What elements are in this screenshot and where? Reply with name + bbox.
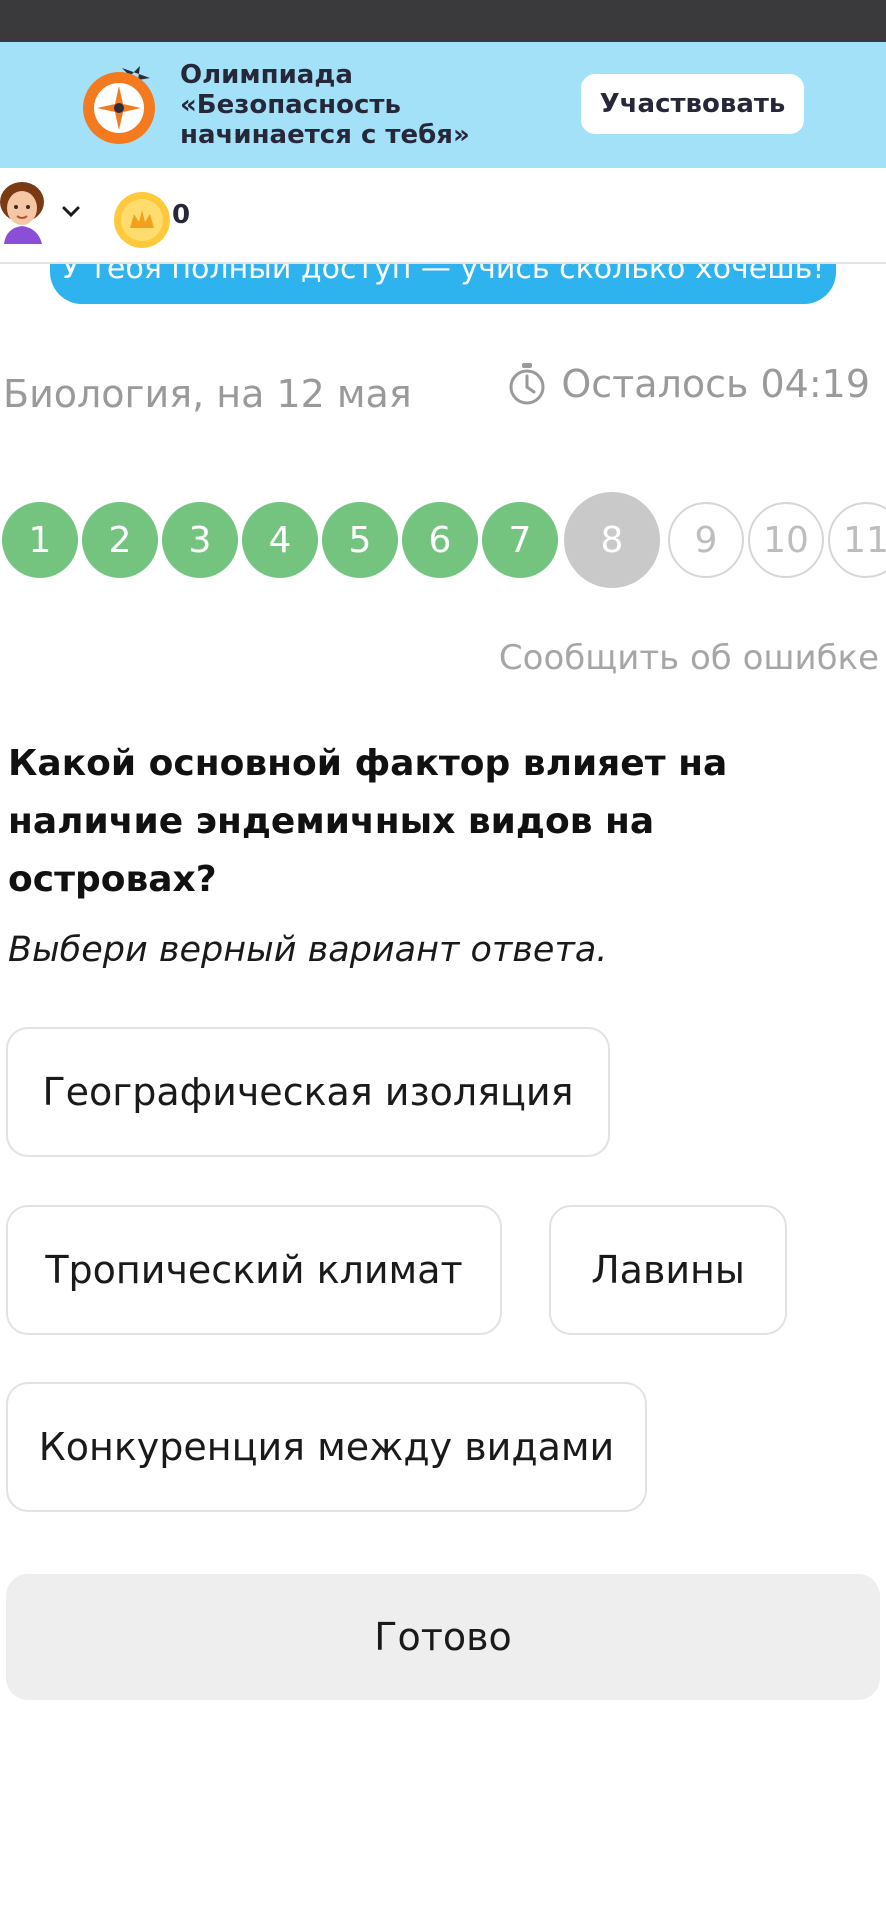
answer-option[interactable]: Конкуренция между видами [6, 1382, 647, 1512]
answer-instruction: Выбери верный вариант ответа. [8, 930, 608, 970]
subject-date: Биология, на 12 мая [3, 372, 412, 416]
avatar[interactable] [0, 178, 50, 244]
promo-title: Олимпиада «Безопасность начинается с теб… [180, 60, 540, 150]
question-step-1[interactable]: 1 [2, 502, 78, 578]
report-error-link[interactable]: Сообщить об ошибке [499, 638, 879, 678]
question-progress: 1 2 3 4 5 6 7 8 9 10 11 [0, 490, 886, 590]
submit-button[interactable]: Готово [6, 1574, 880, 1700]
question-step-11[interactable]: 11 [828, 502, 886, 578]
question-step-3[interactable]: 3 [162, 502, 238, 578]
question-step-4[interactable]: 4 [242, 502, 318, 578]
answer-option[interactable]: Лавины [549, 1205, 787, 1335]
question-step-8[interactable]: 8 [564, 492, 660, 588]
user-bar: 0 [0, 168, 886, 264]
answer-option[interactable]: Тропический климат [6, 1205, 502, 1335]
promo-banner[interactable]: Олимпиада «Безопасность начинается с теб… [0, 42, 886, 168]
status-bar [0, 0, 886, 42]
stopwatch-icon [509, 363, 545, 405]
promo-title-line: Олимпиада [180, 60, 353, 90]
question-step-2[interactable]: 2 [82, 502, 158, 578]
rescue-emblem-icon [83, 66, 155, 144]
coin-count: 0 [172, 200, 191, 230]
coin-icon [114, 192, 170, 248]
participate-button[interactable]: Участвовать [581, 74, 804, 134]
question-step-9[interactable]: 9 [668, 502, 744, 578]
question-step-5[interactable]: 5 [322, 502, 398, 578]
timer-text: Осталось 04:19 [561, 362, 870, 406]
question-step-6[interactable]: 6 [402, 502, 478, 578]
timer: Осталось 04:19 [507, 362, 870, 406]
question-step-7[interactable]: 7 [482, 502, 558, 578]
promo-title-line: начинается с тебя» [180, 120, 470, 150]
chevron-down-icon[interactable] [60, 204, 82, 220]
answer-option[interactable]: Географическая изоляция [6, 1027, 610, 1157]
question-step-10[interactable]: 10 [748, 502, 824, 578]
question-text: Какой основной фактор влияет на наличие … [8, 743, 728, 900]
promo-title-line: «Безопасность [180, 90, 401, 120]
